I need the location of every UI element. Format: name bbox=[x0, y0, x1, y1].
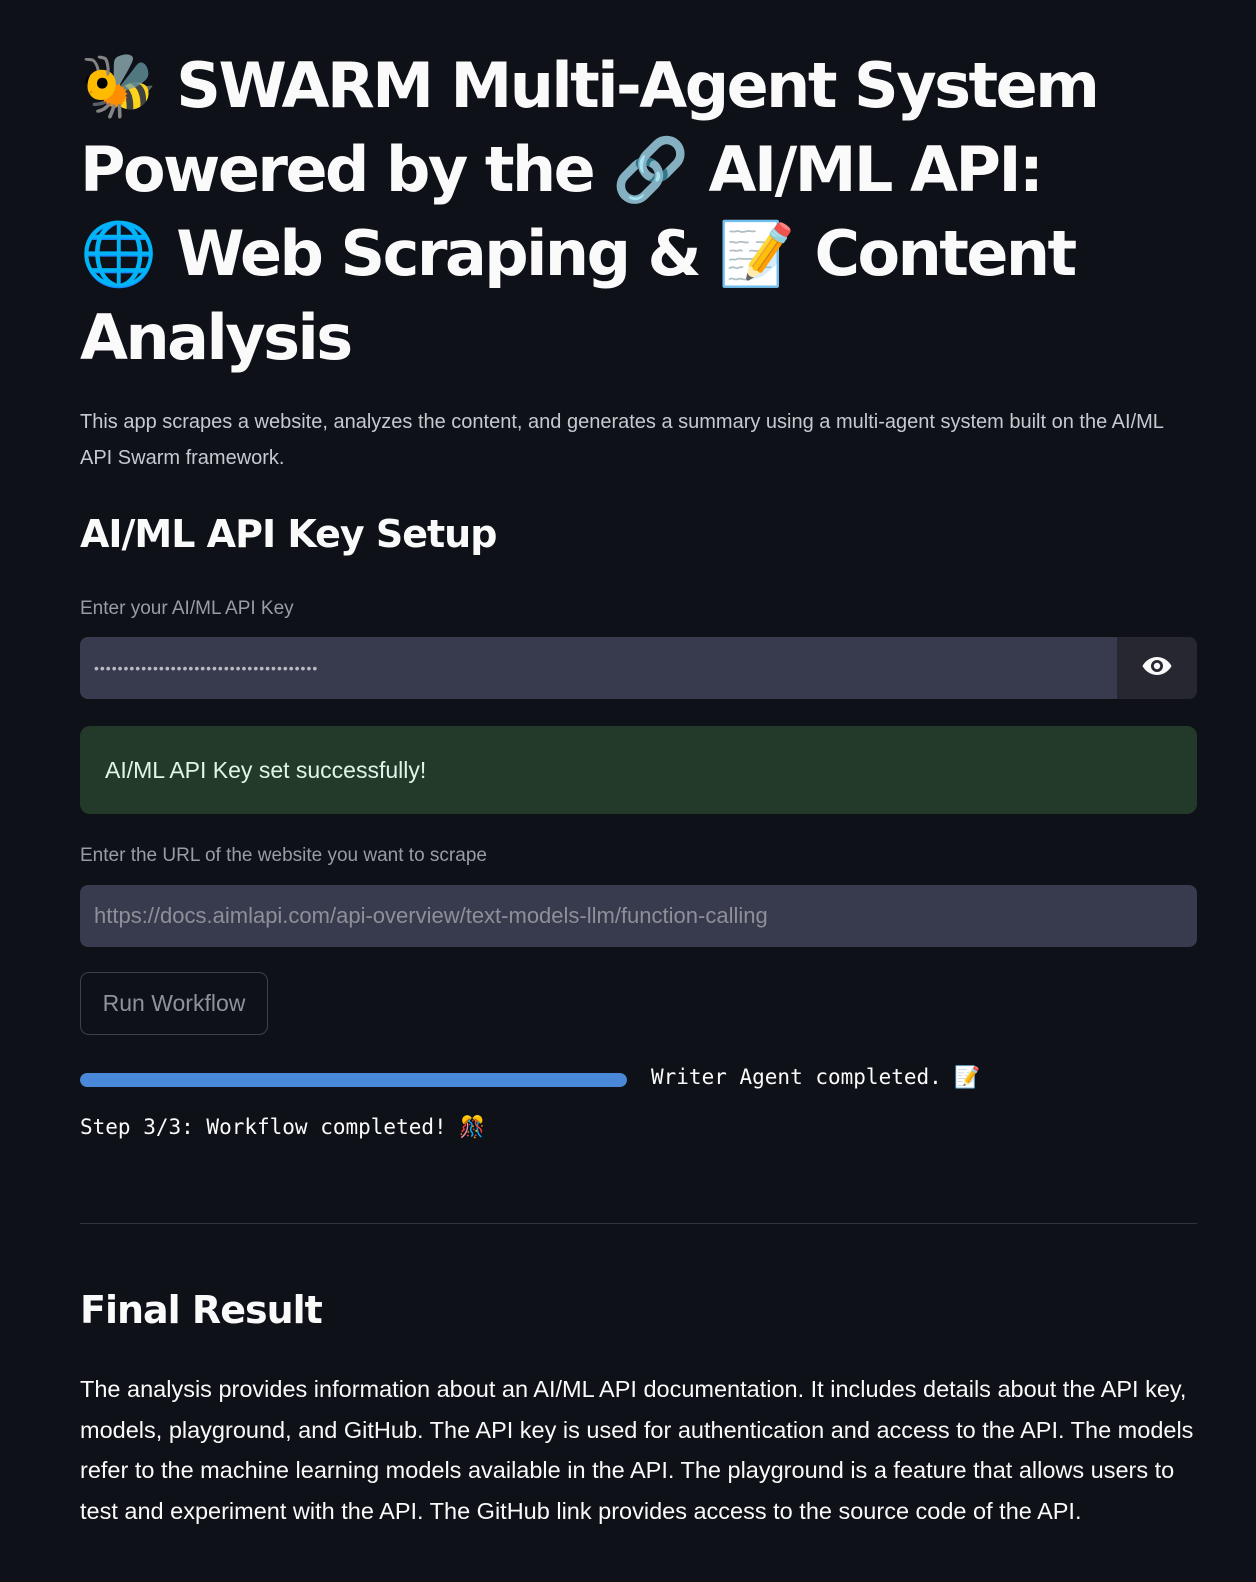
title-line1: SWARM Multi-Agent System bbox=[157, 49, 1100, 122]
globe-icon: 🌐 bbox=[80, 217, 158, 290]
url-field bbox=[80, 885, 1197, 947]
memo-icon: 📝 bbox=[718, 217, 796, 290]
link-icon: 🔗 bbox=[612, 133, 690, 206]
page-title: 🐝 SWARM Multi-Agent System Powered by the… bbox=[80, 44, 1207, 380]
divider bbox=[80, 1223, 1197, 1224]
title-line4: Analysis bbox=[80, 301, 353, 374]
final-result-heading: Final Result bbox=[80, 1288, 323, 1332]
api-key-field bbox=[80, 637, 1197, 699]
step-status-text: Step 3/3: Workflow completed! 🎊 bbox=[80, 1115, 486, 1139]
title-line2a: Powered by the bbox=[80, 133, 613, 206]
app-description: This app scrapes a website, analyzes the… bbox=[80, 411, 1164, 469]
success-message: AI/ML API Key set successfully! bbox=[105, 756, 427, 783]
url-label: Enter the URL of the website you want to… bbox=[80, 845, 487, 866]
success-alert: AI/ML API Key set successfully! bbox=[80, 726, 1197, 814]
title-line3a: Web Scraping & bbox=[157, 217, 719, 290]
progress-bar bbox=[80, 1073, 627, 1087]
title-line2b: AI/ML API: bbox=[689, 133, 1044, 206]
show-password-button[interactable] bbox=[1117, 637, 1197, 699]
api-key-label: Enter your AI/ML API Key bbox=[80, 598, 294, 619]
progress-bar-fill bbox=[80, 1073, 627, 1087]
run-workflow-button[interactable]: Run Workflow bbox=[80, 972, 268, 1035]
title-line3b: Content bbox=[795, 217, 1077, 290]
url-input[interactable] bbox=[80, 885, 1197, 947]
progress-status-text: Writer Agent completed. 📝 bbox=[651, 1065, 981, 1089]
api-key-input[interactable] bbox=[80, 637, 1117, 699]
eye-icon bbox=[1141, 655, 1173, 681]
final-result-text: The analysis provides information about … bbox=[80, 1376, 1194, 1524]
bee-icon: 🐝 bbox=[80, 49, 158, 122]
api-key-setup-heading: AI/ML API Key Setup bbox=[80, 512, 497, 556]
